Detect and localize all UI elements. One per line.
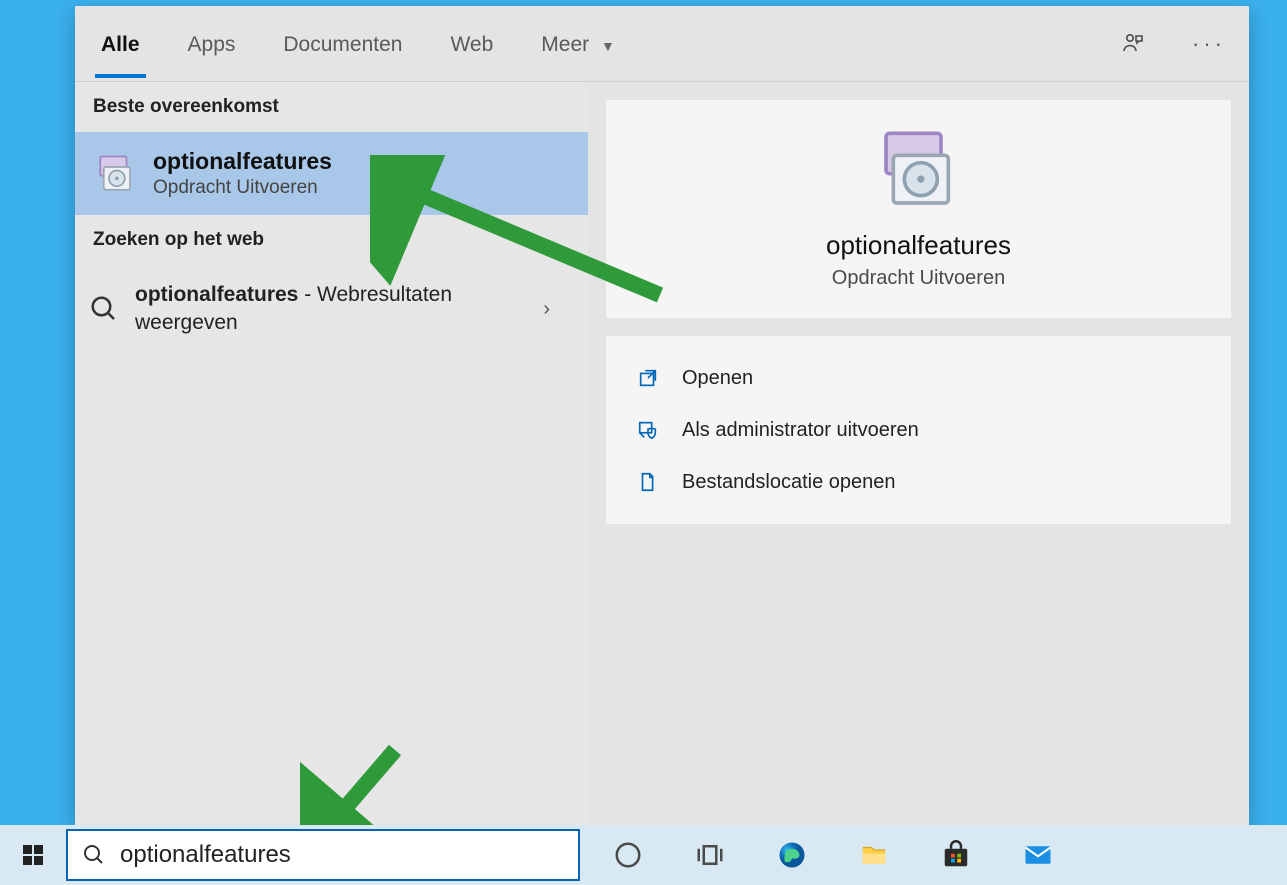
chevron-down-icon: ▼ [601, 38, 615, 54]
taskbar-search-input[interactable] [120, 841, 564, 869]
web-result-text: optionalfeatures - Webresultaten weergev… [135, 281, 527, 338]
desktop-background-right [1249, 0, 1287, 825]
start-button[interactable] [0, 825, 66, 885]
action-run-as-admin[interactable]: Als administrator uitvoeren [630, 404, 1207, 456]
desktop-background-left [0, 0, 75, 825]
detail-title: optionalfeatures [826, 230, 1011, 261]
web-query: optionalfeatures [135, 283, 298, 306]
result-detail-column: optionalfeatures Opdracht Uitvoeren Open… [588, 82, 1249, 826]
cortana-icon[interactable] [610, 837, 646, 873]
section-best-match: Beste overeenkomst [75, 82, 588, 132]
shield-run-icon [636, 418, 660, 442]
edge-icon[interactable] [774, 837, 810, 873]
result-subtitle: Opdracht Uitvoeren [153, 177, 332, 199]
tab-web[interactable]: Web [444, 11, 499, 77]
search-icon [89, 294, 119, 324]
tab-all[interactable]: Alle [95, 11, 146, 77]
result-web-search[interactable]: optionalfeatures - Webresultaten weergev… [75, 265, 588, 354]
result-text: optionalfeatures Opdracht Uitvoeren [153, 148, 332, 199]
chevron-right-icon: › [543, 298, 568, 321]
action-location-label: Bestandslocatie openen [682, 471, 896, 494]
tab-apps[interactable]: Apps [182, 11, 242, 77]
search-panel-body: Beste overeenkomst optionalfeatures Opdr… [75, 82, 1249, 826]
detail-actions: Openen Als administrator uitvoeren [606, 336, 1231, 524]
result-title: optionalfeatures [153, 148, 332, 175]
search-results-column: Beste overeenkomst optionalfeatures Opdr… [75, 82, 588, 826]
microsoft-store-icon[interactable] [938, 837, 974, 873]
installer-icon [95, 153, 137, 195]
action-open-location[interactable]: Bestandslocatie openen [630, 456, 1207, 508]
installer-icon-large [875, 126, 963, 214]
result-best-match[interactable]: optionalfeatures Opdracht Uitvoeren [75, 132, 588, 215]
action-admin-label: Als administrator uitvoeren [682, 419, 919, 442]
tab-more-label: Meer [541, 33, 589, 56]
search-icon [82, 843, 106, 867]
tab-documents[interactable]: Documenten [277, 11, 408, 77]
taskbar [0, 825, 1287, 885]
folder-location-icon [636, 470, 660, 494]
file-explorer-icon[interactable] [856, 837, 892, 873]
section-search-web: Zoeken op het web [75, 215, 588, 265]
taskbar-search-box[interactable] [66, 829, 580, 881]
start-search-panel: Alle Apps Documenten Web Meer ▼ ··· Best… [75, 6, 1249, 826]
detail-card: optionalfeatures Opdracht Uitvoeren [606, 100, 1231, 318]
search-tabs: Alle Apps Documenten Web Meer ▼ ··· [75, 6, 1249, 82]
open-icon [636, 366, 660, 390]
feedback-icon[interactable] [1113, 24, 1153, 64]
action-open-label: Openen [682, 367, 753, 390]
more-options-icon[interactable]: ··· [1189, 24, 1229, 64]
taskbar-pinned-apps [610, 837, 1056, 873]
task-view-icon[interactable] [692, 837, 728, 873]
tab-more[interactable]: Meer ▼ [535, 11, 621, 77]
detail-subtitle: Opdracht Uitvoeren [832, 267, 1005, 290]
action-open[interactable]: Openen [630, 352, 1207, 404]
mail-icon[interactable] [1020, 837, 1056, 873]
